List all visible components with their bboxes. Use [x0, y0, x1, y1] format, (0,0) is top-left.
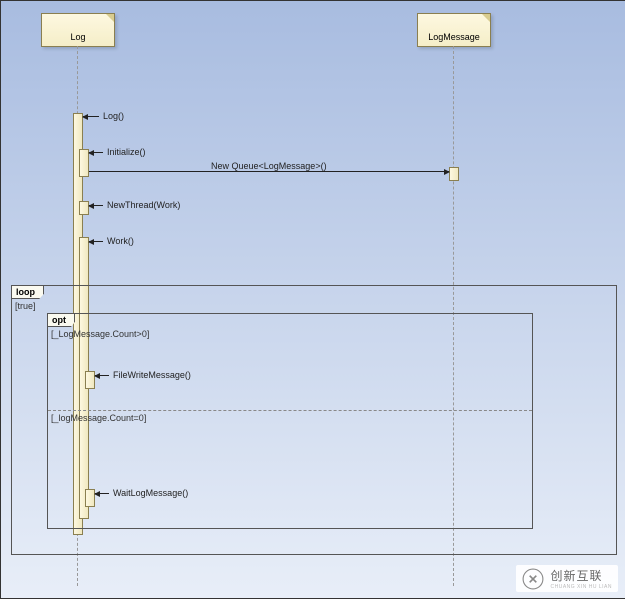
logo-icon: [522, 568, 544, 590]
message-label: Work(): [107, 236, 134, 246]
sequence-diagram: Log LogMessage Log() Initialize() New Qu…: [0, 0, 625, 599]
arrow: [89, 171, 449, 172]
lifeline-label: Log: [42, 32, 114, 42]
arrow: [89, 152, 103, 153]
arrow: [89, 205, 103, 206]
watermark: 创新互联 CHUANG XIN HU LIAN: [516, 565, 618, 592]
lifeline-label: LogMessage: [418, 32, 490, 42]
alt-divider: [48, 410, 532, 411]
watermark-text: 创新互联: [550, 569, 602, 583]
watermark-subtext: CHUANG XIN HU LIAN: [550, 584, 612, 590]
frame-tag: opt: [48, 314, 75, 327]
message-label: Initialize(): [107, 147, 146, 157]
message-label: New Queue<LogMessage>(): [211, 161, 327, 171]
guard-label: [_logMessage.Count=0]: [51, 413, 146, 423]
message-label: Log(): [103, 111, 124, 121]
activation-bar: [449, 167, 459, 181]
arrow: [89, 241, 103, 242]
arrow: [83, 116, 99, 117]
lifeline-head-log: Log: [41, 13, 115, 47]
message-label: NewThread(Work): [107, 200, 180, 210]
frame-tag: loop: [12, 286, 44, 299]
lifeline-head-logmessage: LogMessage: [417, 13, 491, 47]
guard-label: [_LogMessage.Count>0]: [51, 329, 149, 339]
guard-label: [true]: [15, 301, 36, 311]
